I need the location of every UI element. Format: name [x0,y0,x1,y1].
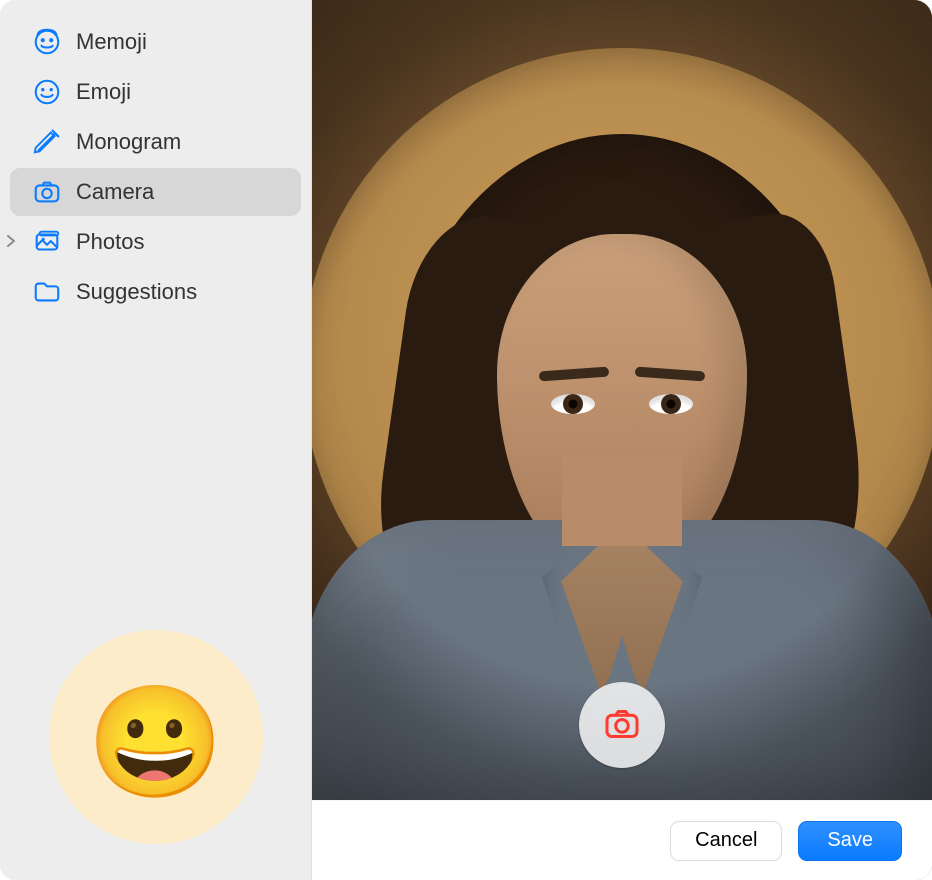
sidebar-item-label: Camera [76,179,154,205]
capture-photo-button[interactable] [579,682,665,768]
sidebar-item-memoji[interactable]: Memoji [10,18,301,66]
sidebar-item-photos[interactable]: Photos [10,218,301,266]
cancel-button[interactable]: Cancel [670,821,782,861]
profile-picture-dialog: Memoji Emoji Monogram Camera [0,0,932,880]
save-button[interactable]: Save [798,821,902,861]
current-avatar-preview: 😀 [49,630,263,844]
sidebar-item-suggestions[interactable]: Suggestions [10,268,301,316]
sidebar-item-camera[interactable]: Camera [10,168,301,216]
pencil-icon [30,125,64,159]
sidebar-item-label: Monogram [76,129,181,155]
camera-shutter-icon [602,704,642,747]
sidebar-item-label: Suggestions [76,279,197,305]
sidebar-item-monogram[interactable]: Monogram [10,118,301,166]
photos-icon [30,225,64,259]
sidebar: Memoji Emoji Monogram Camera [0,0,312,880]
chevron-right-icon[interactable] [6,234,16,250]
sidebar-item-label: Memoji [76,29,147,55]
sidebar-list: Memoji Emoji Monogram Camera [10,18,301,316]
avatar-emoji: 😀 [87,688,224,798]
main-pane: Cancel Save [312,0,932,880]
folder-icon [30,275,64,309]
sidebar-item-emoji[interactable]: Emoji [10,68,301,116]
dialog-footer: Cancel Save [312,800,932,880]
memoji-face-icon [30,25,64,59]
sidebar-item-label: Photos [76,229,145,255]
camera-preview [312,0,932,800]
camera-icon [30,175,64,209]
emoji-smile-icon [30,75,64,109]
sidebar-item-label: Emoji [76,79,131,105]
crop-circle-halo [312,48,932,688]
